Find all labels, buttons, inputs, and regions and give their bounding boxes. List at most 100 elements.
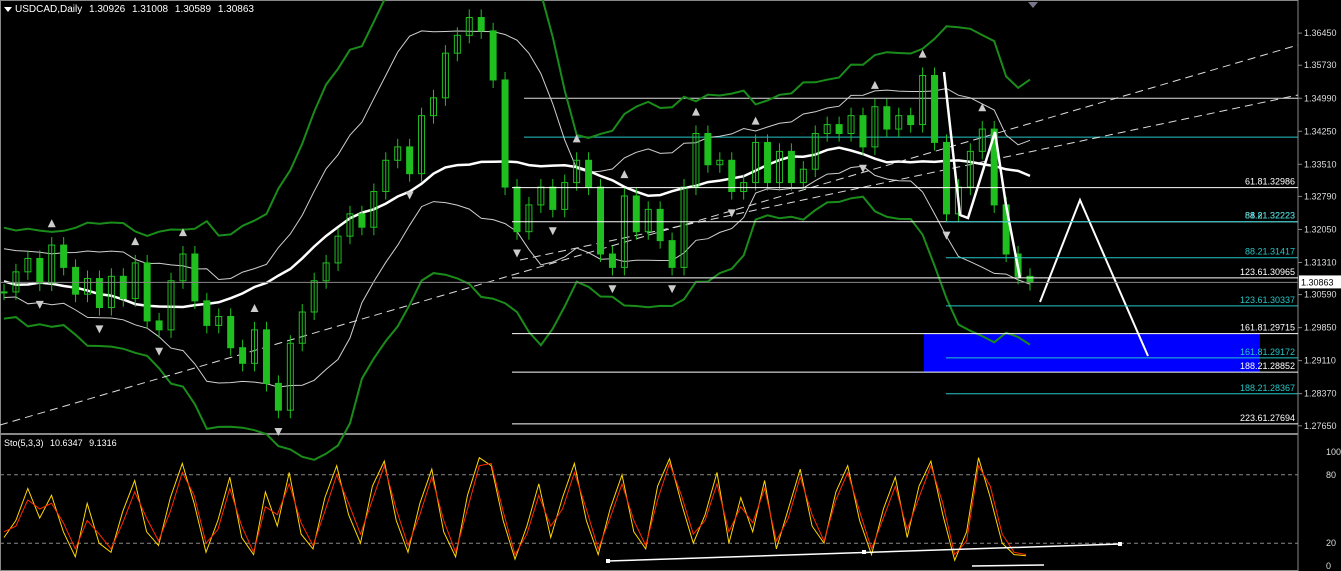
divergence-line-short bbox=[971, 564, 1045, 567]
fractal-up-icon bbox=[691, 107, 700, 116]
candle-body bbox=[227, 315, 235, 349]
price-axis-label: 1.33510 bbox=[1304, 159, 1337, 169]
price-axis-label: 1.31310 bbox=[1304, 257, 1337, 267]
fractal-down-icon bbox=[548, 227, 557, 236]
candle-body bbox=[931, 75, 939, 143]
fib-level-label: 223.61.27694 bbox=[1240, 413, 1295, 423]
oscillator-line-signal bbox=[3, 461, 1027, 556]
price-axis-label: 1.29850 bbox=[1304, 323, 1337, 333]
low-value: 1.30589 bbox=[174, 4, 212, 15]
fib-level-label: 161.81.29715 bbox=[1240, 323, 1295, 333]
candle-body bbox=[203, 300, 211, 326]
usdcad-chart[interactable]: 61.81.3298688.21.32223123.61.30965161.81… bbox=[0, 0, 1341, 571]
price-axis-label: 1.35730 bbox=[1304, 60, 1337, 70]
price-axis-label: 1.27650 bbox=[1304, 421, 1337, 431]
price-axis-label: 1.28370 bbox=[1304, 389, 1337, 399]
fractal-down-icon bbox=[155, 347, 164, 356]
high-value: 1.31008 bbox=[131, 4, 169, 15]
fib-level-label: 188.21.28852 bbox=[1240, 361, 1295, 371]
fib-target-zone bbox=[924, 333, 1260, 373]
candle-body bbox=[907, 115, 915, 126]
candle-body bbox=[489, 30, 497, 81]
candle-body bbox=[358, 213, 366, 228]
candle-body bbox=[119, 275, 127, 300]
candle-body bbox=[501, 79, 509, 188]
symbol-label: USDCAD,Daily bbox=[15, 4, 83, 15]
oscillator-name: Sto(5,3,3) bbox=[4, 438, 44, 448]
candle-body bbox=[1026, 275, 1034, 284]
fractal-up-icon bbox=[751, 116, 760, 125]
fractal-up-icon bbox=[47, 219, 56, 228]
price-axis-label: 1.29110 bbox=[1304, 356, 1336, 366]
close-value: 1.30863 bbox=[217, 4, 254, 15]
candle-body bbox=[513, 186, 521, 233]
candle-body bbox=[191, 253, 199, 302]
candle-body bbox=[239, 347, 247, 364]
fib-level-label: 123.61.30965 bbox=[1240, 267, 1295, 277]
candle-body bbox=[668, 240, 676, 268]
fractal-down-icon bbox=[942, 231, 951, 240]
candle-body bbox=[597, 186, 605, 255]
fib-level-label-cyan: 61.81.32223 bbox=[1245, 211, 1295, 221]
fib-level-label-cyan: 123.61.30337 bbox=[1240, 295, 1295, 305]
oscillator-plot-frame bbox=[0, 434, 1299, 571]
open-value: 1.30926 bbox=[89, 4, 126, 15]
fractal-down-icon bbox=[35, 300, 44, 309]
fractal-up-icon bbox=[870, 80, 879, 89]
price-axis-label: 1.34250 bbox=[1304, 126, 1337, 136]
candle-body bbox=[942, 141, 950, 215]
divergence-point bbox=[1118, 542, 1122, 546]
fib-level-label-cyan: 88.21.31417 bbox=[1245, 247, 1295, 257]
fractal-up-icon bbox=[131, 237, 140, 246]
candle-body bbox=[406, 146, 414, 175]
candle-body bbox=[274, 382, 282, 411]
oscillator-axis-label: 20 bbox=[1326, 538, 1336, 548]
price-axis-label: 1.30590 bbox=[1304, 290, 1337, 300]
divergence-point bbox=[606, 559, 610, 563]
fractal-down-icon bbox=[95, 325, 104, 334]
candle-body bbox=[764, 141, 772, 184]
fractal-down-icon bbox=[668, 285, 677, 294]
band-upper-inner bbox=[3, 30, 1031, 281]
candle-body bbox=[36, 257, 44, 284]
price-axis-label: 1.32050 bbox=[1304, 224, 1337, 234]
scroll-marker-icon[interactable] bbox=[1028, 2, 1038, 8]
chevron-down-icon[interactable] bbox=[4, 6, 12, 12]
fractal-down-icon bbox=[405, 191, 414, 200]
candle-body bbox=[262, 329, 270, 384]
candle-body bbox=[0, 291, 8, 294]
candle-body bbox=[704, 133, 712, 166]
candle-body bbox=[60, 244, 68, 268]
oscillator-axis-label: 80 bbox=[1326, 470, 1336, 480]
price-axis-label: 1.32790 bbox=[1304, 191, 1337, 201]
candle-body bbox=[656, 208, 664, 242]
fractal-up-icon bbox=[250, 304, 259, 313]
candle-body bbox=[728, 159, 736, 193]
fractal-up-icon bbox=[620, 170, 629, 179]
candle-body bbox=[549, 186, 557, 210]
divergence-point bbox=[862, 550, 866, 554]
candle-body bbox=[585, 159, 593, 188]
candle-body bbox=[143, 262, 151, 322]
oscillator-header: Sto(5,3,3) 10.6347 9.1316 bbox=[4, 438, 121, 448]
chart-header: USDCAD,Daily 1.30926 1.31008 1.30589 1.3… bbox=[4, 4, 258, 15]
last-price-label: 1.30863 bbox=[1301, 277, 1334, 287]
fractal-down-icon bbox=[513, 249, 521, 258]
candle-body bbox=[155, 320, 163, 331]
price-axis-label: 1.36450 bbox=[1304, 28, 1337, 38]
fractal-down-icon bbox=[608, 285, 617, 294]
candle-body bbox=[859, 115, 867, 148]
fib-level-label-cyan: 161.81.29172 bbox=[1240, 347, 1295, 357]
candle-body bbox=[883, 106, 891, 130]
oscillator-signal-value: 9.1316 bbox=[89, 438, 117, 448]
candle-body bbox=[835, 124, 843, 135]
price-axis-label: 1.34990 bbox=[1304, 93, 1337, 103]
fib-level-label: 61.81.32986 bbox=[1245, 177, 1295, 187]
candle-body bbox=[477, 16, 485, 32]
candle-body bbox=[787, 150, 795, 184]
fractal-up-icon bbox=[978, 103, 987, 112]
oscillator-main-value: 10.6347 bbox=[50, 438, 83, 448]
fib-level-label-cyan: 188.21.28367 bbox=[1240, 383, 1295, 393]
candle-body bbox=[72, 266, 80, 295]
candle-body bbox=[608, 253, 616, 268]
